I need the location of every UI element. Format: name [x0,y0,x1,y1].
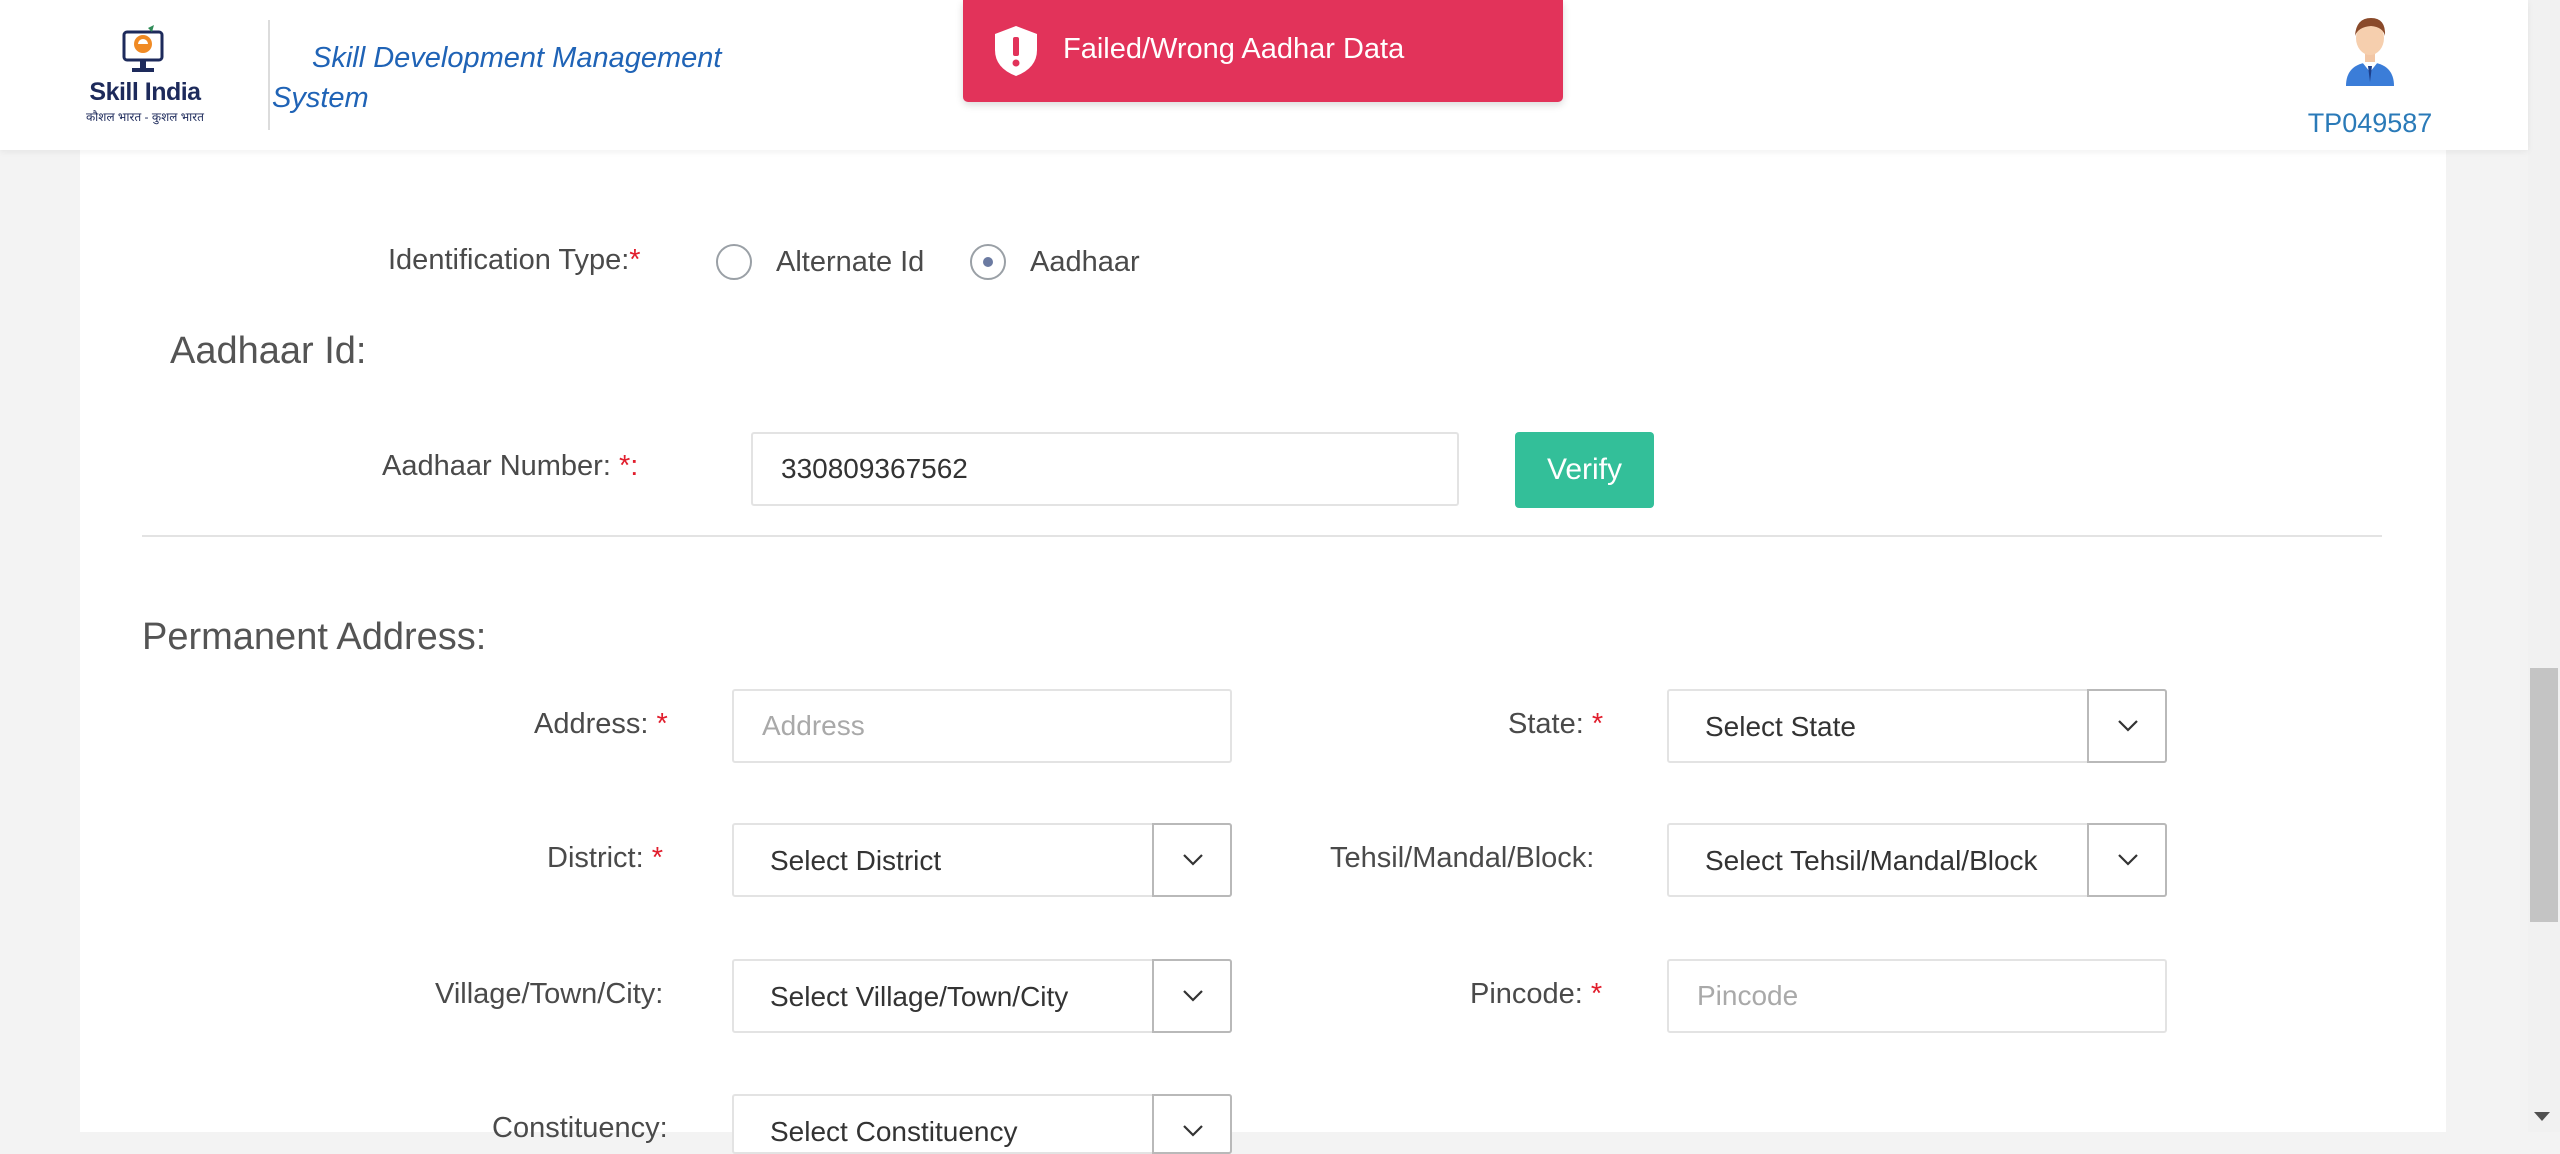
required-mark: * [629,244,641,276]
tehsil-select[interactable]: Select Tehsil/Mandal/Block [1667,823,2167,897]
district-label-text: District: [547,842,644,874]
aadhaar-number-label: Aadhaar Number: *: [382,450,638,483]
error-toast[interactable]: Failed/Wrong Aadhar Data [963,0,1563,102]
pincode-label-text: Pincode: [1470,978,1583,1010]
village-select[interactable]: Select Village/Town/City [732,959,1232,1033]
required-mark: * [618,450,631,482]
state-label: State: * [1508,708,1603,741]
state-select[interactable]: Select State [1667,689,2167,763]
chevron-down-icon [1183,990,1203,1002]
logo-tagline: कौशल भारत - कुशल भारत [85,110,205,124]
radio-aadhaar-label[interactable]: Aadhaar [1030,246,1140,279]
address-placeholder: Address [762,710,865,741]
tehsil-dropdown-button[interactable] [2087,823,2167,897]
required-mark: * [1590,978,1603,1010]
verify-button[interactable]: Verify [1515,432,1654,508]
chevron-down-icon [2118,854,2138,866]
chevron-down-icon [1183,854,1203,866]
address-input[interactable]: Address [732,689,1232,763]
district-select-value: Select District [770,845,942,876]
pincode-input[interactable]: Pincode [1667,959,2167,1033]
state-dropdown-button[interactable] [2087,689,2167,763]
chevron-down-icon [2118,720,2138,732]
tehsil-select-value: Select Tehsil/Mandal/Block [1705,845,2038,876]
aadhaar-number-input[interactable]: 330809367562 [751,432,1459,506]
label-suffix: : [630,450,639,482]
header-divider [268,20,270,130]
district-select[interactable]: Select District [732,823,1232,897]
required-mark: * [656,708,668,740]
village-dropdown-button[interactable] [1152,959,1232,1033]
address-label-text: Address: [534,708,649,740]
app-title: Skill Development Management System [272,42,722,114]
district-label: District: * [547,842,663,875]
constituency-select-value: Select Constituency [770,1116,1018,1147]
district-dropdown-button[interactable] [1152,823,1232,897]
radio-alternate-id[interactable] [716,244,752,280]
page-scrollbar[interactable] [2528,0,2560,1132]
section-divider [142,535,2382,537]
logo-name: Skill India [89,78,201,106]
required-mark: * [651,842,664,874]
pincode-label: Pincode: * [1470,978,1602,1011]
pincode-placeholder: Pincode [1697,980,1799,1011]
required-mark: * [1591,708,1604,740]
alert-shield-icon [995,26,1037,76]
village-label: Village/Town/City: [435,978,664,1010]
constituency-dropdown-button[interactable] [1152,1094,1232,1154]
identification-type-label: Identification Type:* [388,244,641,277]
radio-alternate-id-label[interactable]: Alternate Id [776,246,924,279]
aadhaar-section-title: Aadhaar Id: [170,330,367,372]
scrollbar-thumb[interactable] [2530,668,2558,922]
address-label: Address: * [534,708,668,741]
constituency-select[interactable]: Select Constituency [732,1094,1232,1154]
tehsil-label: Tehsil/Mandal/Block: [1330,842,1595,874]
toast-message: Failed/Wrong Aadhar Data [1063,33,1405,65]
scroll-down-arrow-icon[interactable] [2534,1112,2550,1121]
user-avatar-icon[interactable] [2338,14,2402,86]
village-select-value: Select Village/Town/City [770,981,1069,1012]
user-id[interactable]: TP049587 [2290,108,2450,139]
identification-type-text: Identification Type: [388,244,630,276]
radio-aadhaar[interactable] [970,244,1006,280]
permanent-address-title: Permanent Address: [142,616,487,658]
chevron-down-icon [1183,1125,1203,1137]
state-select-value: Select State [1705,711,1856,742]
skill-india-emblem-icon [122,25,164,72]
constituency-label: Constituency: [492,1112,668,1144]
skill-india-logo[interactable]: Skill India कौशल भारत - कुशल भारत [80,24,210,128]
state-label-text: State: [1508,708,1584,740]
aadhaar-number-text: Aadhaar Number: [382,450,611,482]
aadhaar-number-value: 330809367562 [781,453,968,484]
